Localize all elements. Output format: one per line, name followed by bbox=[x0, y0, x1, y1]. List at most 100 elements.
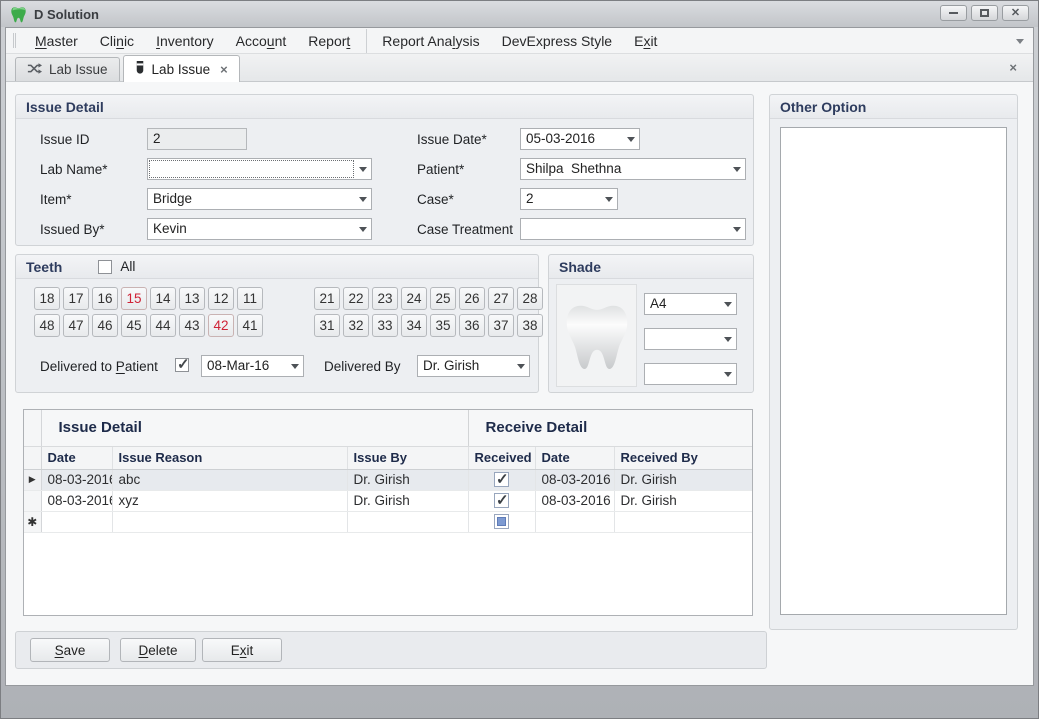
dropdown-arrow-icon[interactable] bbox=[623, 129, 639, 149]
dropdown-arrow-icon[interactable] bbox=[287, 356, 303, 376]
cell-issue-by[interactable]: Dr. Girish bbox=[347, 490, 468, 511]
col-received[interactable]: Received bbox=[468, 446, 535, 469]
all-teeth-checkbox[interactable] bbox=[98, 260, 112, 274]
table-row[interactable]: 08-03-2016 xyz Dr. Girish 08-03-2016 Dr.… bbox=[24, 490, 753, 511]
cell-received-date[interactable]: 08-03-2016 bbox=[535, 490, 614, 511]
menu-item[interactable]: Inventory bbox=[145, 29, 225, 53]
dropdown-arrow-icon[interactable] bbox=[720, 364, 736, 384]
cell-date[interactable]: 08-03-2016 bbox=[41, 469, 112, 490]
col-date[interactable]: Date bbox=[41, 446, 112, 469]
tooth-button[interactable]: 36 bbox=[459, 314, 485, 337]
dropdown-arrow-icon[interactable] bbox=[720, 329, 736, 349]
tooth-button[interactable]: 28 bbox=[517, 287, 543, 310]
dropdown-arrow-icon[interactable] bbox=[729, 159, 745, 179]
cell-date[interactable]: 08-03-2016 bbox=[41, 490, 112, 511]
tab-lab-issue-inactive[interactable]: Lab Issue bbox=[15, 57, 120, 81]
col-issue-reason[interactable]: Issue Reason bbox=[112, 446, 347, 469]
tooth-button[interactable]: 31 bbox=[314, 314, 340, 337]
tooth-button[interactable]: 12 bbox=[208, 287, 234, 310]
menu-grip[interactable] bbox=[13, 33, 16, 48]
col-issue-by[interactable]: Issue By bbox=[347, 446, 468, 469]
minimize-icon[interactable] bbox=[940, 5, 967, 21]
tooth-button[interactable]: 48 bbox=[34, 314, 60, 337]
tooth-button[interactable]: 46 bbox=[92, 314, 118, 337]
dropdown-arrow-icon[interactable] bbox=[720, 294, 736, 314]
issue-date-combo[interactable]: 05-03-2016 bbox=[520, 128, 640, 150]
maximize-icon[interactable] bbox=[971, 5, 998, 21]
tooth-button[interactable]: 21 bbox=[314, 287, 340, 310]
cell-issue-by[interactable]: Dr. Girish bbox=[347, 469, 468, 490]
issue-id-field[interactable]: 2 bbox=[147, 128, 247, 150]
received-checkbox[interactable] bbox=[494, 472, 509, 487]
tooth-button[interactable]: 37 bbox=[488, 314, 514, 337]
tooth-button[interactable]: 41 bbox=[237, 314, 263, 337]
shade-combo-2[interactable] bbox=[644, 328, 737, 350]
tooth-button[interactable]: 42 bbox=[208, 314, 234, 337]
dropdown-arrow-icon[interactable] bbox=[355, 219, 371, 239]
cell-issue-reason[interactable]: xyz bbox=[112, 490, 347, 511]
col-received-by[interactable]: Received By bbox=[614, 446, 753, 469]
tooth-button[interactable]: 26 bbox=[459, 287, 485, 310]
tab-lab-issue-active[interactable]: Lab Issue × bbox=[123, 55, 240, 82]
tooth-button[interactable]: 18 bbox=[34, 287, 60, 310]
tooth-button[interactable]: 23 bbox=[372, 287, 398, 310]
delete-button[interactable]: Delete bbox=[120, 638, 196, 662]
tooth-button[interactable]: 15 bbox=[121, 287, 147, 310]
tooth-button[interactable]: 33 bbox=[372, 314, 398, 337]
menu-overflow-icon[interactable] bbox=[1016, 39, 1024, 44]
tooth-button[interactable]: 38 bbox=[517, 314, 543, 337]
other-option-list[interactable] bbox=[780, 127, 1007, 615]
shade-combo-1[interactable]: A4 bbox=[644, 293, 737, 315]
tooth-button[interactable]: 14 bbox=[150, 287, 176, 310]
dropdown-arrow-icon[interactable] bbox=[355, 189, 371, 209]
delivered-by-combo[interactable]: Dr. Girish bbox=[417, 355, 530, 377]
tooth-button[interactable]: 27 bbox=[488, 287, 514, 310]
tabstrip-close-icon[interactable]: × bbox=[1009, 61, 1017, 74]
tooth-button[interactable]: 16 bbox=[92, 287, 118, 310]
col-received-date[interactable]: Date bbox=[535, 446, 614, 469]
cell-received-date[interactable]: 08-03-2016 bbox=[535, 469, 614, 490]
dropdown-arrow-icon[interactable] bbox=[355, 159, 371, 179]
title-bar[interactable]: D Solution ✕ bbox=[1, 1, 1038, 27]
issued-by-combo[interactable]: Kevin bbox=[147, 218, 372, 240]
tooth-button[interactable]: 35 bbox=[430, 314, 456, 337]
case-combo[interactable]: 2 bbox=[520, 188, 618, 210]
exit-button[interactable]: Exit bbox=[202, 638, 282, 662]
cell-received-by[interactable]: Dr. Girish bbox=[614, 469, 753, 490]
tooth-button[interactable]: 22 bbox=[343, 287, 369, 310]
menu-item[interactable]: Account bbox=[225, 29, 298, 53]
case-treatment-combo[interactable] bbox=[520, 218, 746, 240]
received-checkbox[interactable] bbox=[494, 493, 509, 508]
tooth-button[interactable]: 24 bbox=[401, 287, 427, 310]
tab-close-icon[interactable]: × bbox=[220, 63, 228, 76]
menu-item[interactable]: Report bbox=[297, 29, 361, 53]
menu-item[interactable]: Exit bbox=[623, 29, 668, 53]
cell-issue-reason[interactable]: abc bbox=[112, 469, 347, 490]
dropdown-arrow-icon[interactable] bbox=[729, 219, 745, 239]
issue-receive-grid[interactable]: Issue Detail Receive Detail Date Issue R… bbox=[23, 409, 753, 616]
tooth-button[interactable]: 44 bbox=[150, 314, 176, 337]
tooth-button[interactable]: 45 bbox=[121, 314, 147, 337]
tooth-button[interactable]: 17 bbox=[63, 287, 89, 310]
tooth-button[interactable]: 11 bbox=[237, 287, 263, 310]
delivered-date-combo[interactable]: 08-Mar-16 bbox=[201, 355, 304, 377]
patient-combo[interactable]: Shilpa Shethna bbox=[520, 158, 746, 180]
tooth-button[interactable]: 25 bbox=[430, 287, 456, 310]
delivered-to-patient-checkbox[interactable] bbox=[175, 358, 189, 372]
menu-item[interactable]: Report Analysis bbox=[366, 29, 490, 53]
dropdown-arrow-icon[interactable] bbox=[601, 189, 617, 209]
menu-item[interactable]: DevExpress Style bbox=[491, 29, 623, 53]
close-icon[interactable]: ✕ bbox=[1002, 5, 1029, 21]
new-row-received-checkbox[interactable] bbox=[494, 514, 509, 529]
dropdown-arrow-icon[interactable] bbox=[513, 356, 529, 376]
new-row[interactable]: ✱ bbox=[24, 511, 753, 532]
tooth-button[interactable]: 43 bbox=[179, 314, 205, 337]
table-row[interactable]: ▶ 08-03-2016 abc Dr. Girish 08-03-2016 D… bbox=[24, 469, 753, 490]
tooth-button[interactable]: 13 bbox=[179, 287, 205, 310]
menu-item[interactable]: Clinic bbox=[89, 29, 145, 53]
menu-item[interactable]: Master bbox=[24, 29, 89, 53]
tooth-button[interactable]: 47 bbox=[63, 314, 89, 337]
shade-combo-3[interactable] bbox=[644, 363, 737, 385]
cell-received-by[interactable]: Dr. Girish bbox=[614, 490, 753, 511]
lab-name-combo[interactable] bbox=[147, 158, 372, 180]
